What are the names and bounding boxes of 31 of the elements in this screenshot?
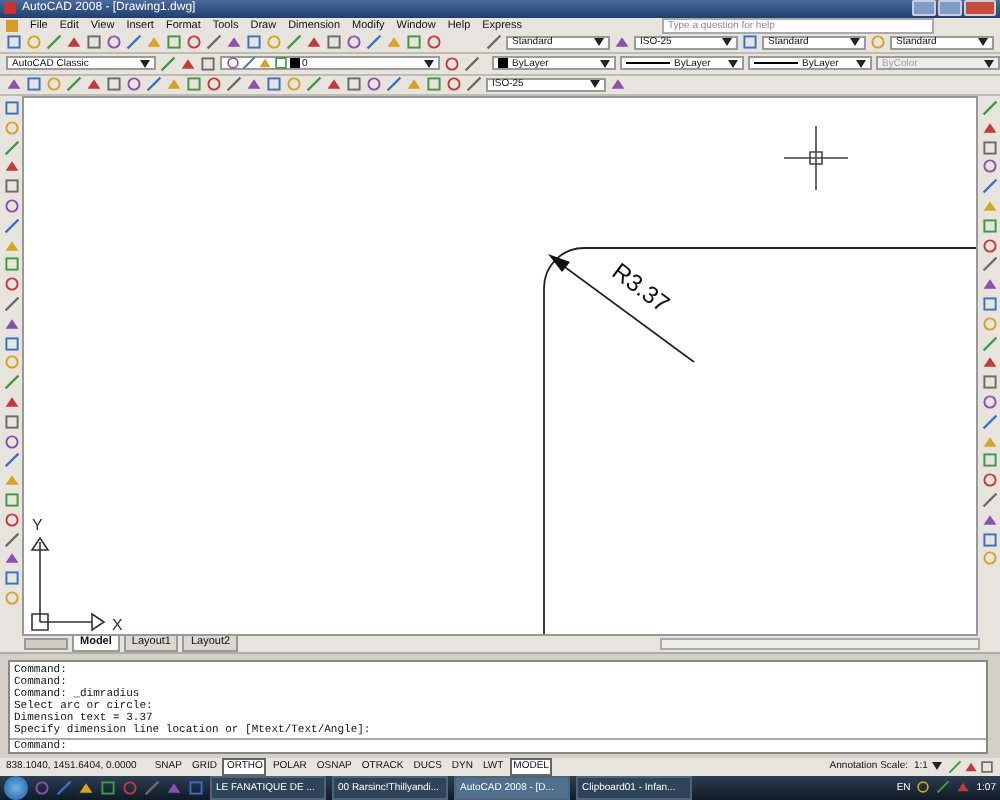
caret-icon <box>978 38 988 47</box>
tab-navigation-icon[interactable] <box>24 637 68 650</box>
caret-icon <box>590 80 600 89</box>
caret-icon <box>600 59 610 68</box>
caret-icon <box>850 38 860 47</box>
tool-icon[interactable] <box>742 34 758 51</box>
app-logo-icon <box>4 2 16 15</box>
caret-icon <box>722 38 732 47</box>
ucs-x-label: X <box>112 615 123 634</box>
caret-icon <box>932 762 942 771</box>
line-preview-icon <box>754 62 798 65</box>
caret-icon <box>728 59 738 68</box>
maximize-button[interactable] <box>938 0 962 17</box>
caret-icon <box>424 59 434 68</box>
minimize-button[interactable] <box>912 0 936 17</box>
start-button[interactable] <box>4 775 28 800</box>
caret-icon <box>140 59 150 68</box>
caret-icon <box>594 38 604 47</box>
ucs-y-label: Y <box>32 515 43 534</box>
horizontal-scrollbar[interactable] <box>660 637 980 650</box>
tool-icon[interactable] <box>614 34 630 51</box>
close-button[interactable] <box>964 0 996 17</box>
tool-icon[interactable] <box>610 76 626 93</box>
crosshair-cursor-icon <box>783 125 849 191</box>
caret-icon <box>984 59 994 68</box>
line-preview-icon <box>626 62 670 65</box>
color-swatch-icon <box>290 58 300 69</box>
ucs-axes-icon <box>31 536 106 631</box>
drawing-file-icon <box>6 19 18 32</box>
caret-icon <box>856 59 866 68</box>
color-swatch-icon <box>498 58 508 69</box>
